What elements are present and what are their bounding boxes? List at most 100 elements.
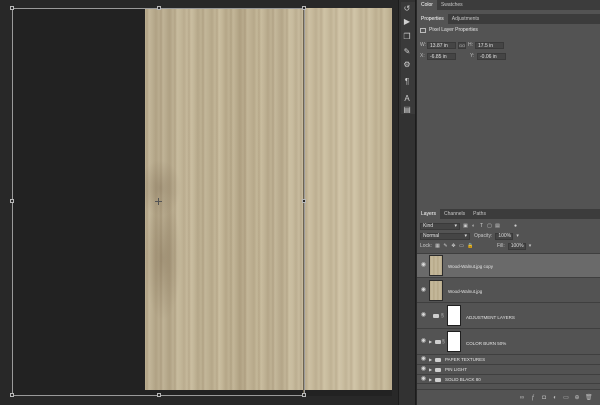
layer-row[interactable]: ◉ ▶ § COLOR BURN 50% bbox=[417, 328, 600, 354]
eye-icon[interactable]: ◉ bbox=[420, 287, 427, 293]
transform-handle-bottom-left[interactable] bbox=[10, 393, 14, 397]
layer-thumbnail bbox=[429, 255, 443, 276]
lock-transparent-pixels-icon[interactable]: ▦ bbox=[435, 243, 440, 249]
blend-mode-select[interactable]: Normal ▾ bbox=[420, 232, 470, 240]
layer-row[interactable]: ◉ Wood-Walnut.jpg bbox=[417, 277, 600, 302]
adjust-icon[interactable]: ⚙ bbox=[402, 60, 412, 70]
filter-shape-icon[interactable]: ▢ bbox=[487, 223, 492, 229]
layers-list: ◉ Wood-Walnut.jpg copy ◉ Wood-Walnut.jpg… bbox=[417, 253, 600, 389]
filter-adjustment-icon[interactable]: ◐ bbox=[471, 223, 476, 229]
tab-paths[interactable]: Paths bbox=[469, 209, 490, 219]
transform-handle-bottom-center[interactable] bbox=[157, 393, 161, 397]
eye-icon[interactable]: ◉ bbox=[420, 262, 427, 268]
layer-mask-thumbnail[interactable] bbox=[447, 305, 461, 326]
right-panels: Color Swatches Properties Adjustments Pi… bbox=[417, 0, 600, 405]
panel-icon-strip: ↺ ▶ ❐ ✎ ⚙ ¶ A ▤ bbox=[398, 0, 416, 405]
tab-channels[interactable]: Channels bbox=[440, 209, 469, 219]
character-icon[interactable]: A bbox=[402, 94, 412, 104]
transform-reference-point-icon[interactable] bbox=[155, 198, 162, 205]
x-label: X: bbox=[420, 53, 425, 59]
filter-toggle-icon[interactable]: ● bbox=[513, 223, 518, 229]
link-dimensions-icon[interactable]: GO bbox=[458, 41, 466, 49]
eye-icon[interactable]: ◉ bbox=[420, 312, 427, 318]
layer-name: SOLID BLACK 80 bbox=[445, 377, 481, 382]
expand-triangle-icon[interactable]: ▶ bbox=[429, 377, 432, 382]
filter-pixel-icon[interactable]: ▣ bbox=[463, 223, 468, 229]
layer-style-icon[interactable]: ƒ bbox=[530, 395, 536, 401]
chevron-down-icon[interactable]: ▾ bbox=[529, 243, 532, 249]
link-layers-icon[interactable]: ∞ bbox=[519, 395, 525, 401]
notes-icon[interactable]: ▤ bbox=[402, 105, 412, 115]
transform-handle-middle-left[interactable] bbox=[10, 199, 14, 203]
play-icon[interactable]: ▶ bbox=[402, 17, 412, 27]
photoshop-window: ↺ ▶ ❐ ✎ ⚙ ¶ A ▤ Color Swatches Propertie… bbox=[0, 0, 600, 405]
layers-tabbar: Layers Channels Paths bbox=[417, 209, 600, 219]
expand-triangle-icon[interactable]: ▶ bbox=[429, 339, 432, 344]
filter-smart-object-icon[interactable]: ▤ bbox=[495, 223, 500, 229]
chevron-down-icon[interactable]: ▾ bbox=[516, 233, 519, 239]
tab-layers[interactable]: Layers bbox=[417, 209, 441, 219]
lock-all-icon[interactable]: 🔒 bbox=[467, 243, 473, 249]
chevron-down-icon: ▾ bbox=[464, 233, 467, 239]
clone-source-icon[interactable]: ❐ bbox=[402, 32, 412, 42]
tab-adjustments[interactable]: Adjustments bbox=[448, 14, 484, 24]
eye-icon[interactable]: ◉ bbox=[420, 356, 427, 362]
lock-row: Lock: ▦ ✎ ✥ ▭ 🔒 Fill: 100% ▾ bbox=[420, 242, 531, 250]
filter-row: Kind ▾ ▣ ◐ T ▢ ▤ ● bbox=[420, 222, 518, 230]
opacity-value: 100% bbox=[498, 233, 512, 239]
filter-kind-select[interactable]: Kind ▾ bbox=[420, 222, 460, 230]
layer-row[interactable]: ◉ § ADJUSTMENT LAYERS bbox=[417, 302, 600, 328]
folder-icon bbox=[435, 368, 441, 372]
transform-handle-top-right[interactable] bbox=[302, 6, 306, 10]
tab-swatches[interactable]: Swatches bbox=[437, 0, 467, 10]
lock-position-icon[interactable]: ✥ bbox=[451, 243, 456, 249]
lock-image-pixels-icon[interactable]: ✎ bbox=[443, 243, 448, 249]
layer-row[interactable]: ◉ Wood-Walnut.jpg copy bbox=[417, 253, 600, 277]
expand-triangle-icon[interactable]: ▶ bbox=[429, 357, 432, 362]
expand-triangle-icon[interactable]: ▶ bbox=[429, 367, 432, 372]
history-icon[interactable]: ↺ bbox=[402, 4, 412, 14]
delete-layer-icon[interactable]: 🗑 bbox=[585, 395, 593, 401]
opacity-label: Opacity: bbox=[474, 233, 493, 239]
brush-settings-icon[interactable]: ✎ bbox=[402, 47, 412, 57]
link-icon: § bbox=[441, 313, 444, 319]
opacity-field[interactable]: 100% bbox=[495, 232, 514, 240]
wood-walnut-layer-image[interactable] bbox=[304, 8, 392, 390]
eye-icon[interactable]: ◉ bbox=[420, 338, 427, 344]
document-canvas[interactable] bbox=[0, 0, 398, 405]
layer-mask-thumbnail[interactable] bbox=[447, 331, 461, 352]
new-adjustment-layer-icon[interactable]: ◐ bbox=[552, 395, 558, 401]
x-field[interactable]: -6.85 in bbox=[427, 52, 456, 60]
new-group-icon[interactable]: ▭ bbox=[563, 395, 569, 401]
y-field[interactable]: -0.06 in bbox=[477, 52, 506, 60]
filter-type-icon[interactable]: T bbox=[479, 223, 484, 229]
properties-section-title: Pixel Layer Properties bbox=[429, 27, 478, 33]
tab-properties[interactable]: Properties bbox=[417, 14, 448, 24]
transform-handle-top-left[interactable] bbox=[10, 6, 14, 10]
layer-name: COLOR BURN 50% bbox=[466, 341, 507, 346]
transform-handle-bottom-right[interactable] bbox=[302, 393, 306, 397]
size-row: W: 13.87 in GO H: 17.5 in bbox=[420, 41, 504, 49]
layer-name: ADJUSTMENT LAYERS bbox=[466, 315, 515, 320]
height-field[interactable]: 17.5 in bbox=[475, 41, 504, 49]
layer-name: Wood-Walnut.jpg copy bbox=[448, 264, 494, 269]
lock-artboard-icon[interactable]: ▭ bbox=[459, 243, 464, 249]
layer-row[interactable]: ◉ ▶ SOLID BLACK 80 bbox=[417, 374, 600, 384]
layer-row[interactable]: ◉ ▶ PIN LIGHT bbox=[417, 364, 600, 374]
transform-handle-middle-right[interactable] bbox=[302, 199, 306, 203]
new-layer-icon[interactable]: ⊕ bbox=[574, 395, 580, 401]
tab-color[interactable]: Color bbox=[417, 0, 437, 10]
transform-handle-top-center[interactable] bbox=[157, 6, 161, 10]
fill-field[interactable]: 100% bbox=[507, 242, 526, 250]
eye-icon[interactable]: ◉ bbox=[420, 366, 427, 372]
paragraph-icon[interactable]: ¶ bbox=[402, 77, 412, 87]
add-mask-icon[interactable]: ◘ bbox=[541, 395, 547, 401]
position-row: X: -6.85 in Y: -0.06 in bbox=[420, 52, 506, 60]
layer-row[interactable]: ◉ ▶ PAPER TEXTURES bbox=[417, 354, 600, 364]
eye-icon[interactable]: ◉ bbox=[420, 376, 427, 382]
width-field[interactable]: 13.87 in bbox=[427, 41, 456, 49]
width-label: W: bbox=[420, 42, 427, 48]
fill-label: Fill: bbox=[496, 243, 505, 249]
layer-name: Wood-Walnut.jpg bbox=[448, 289, 483, 294]
properties-header: Pixel Layer Properties bbox=[417, 25, 600, 35]
